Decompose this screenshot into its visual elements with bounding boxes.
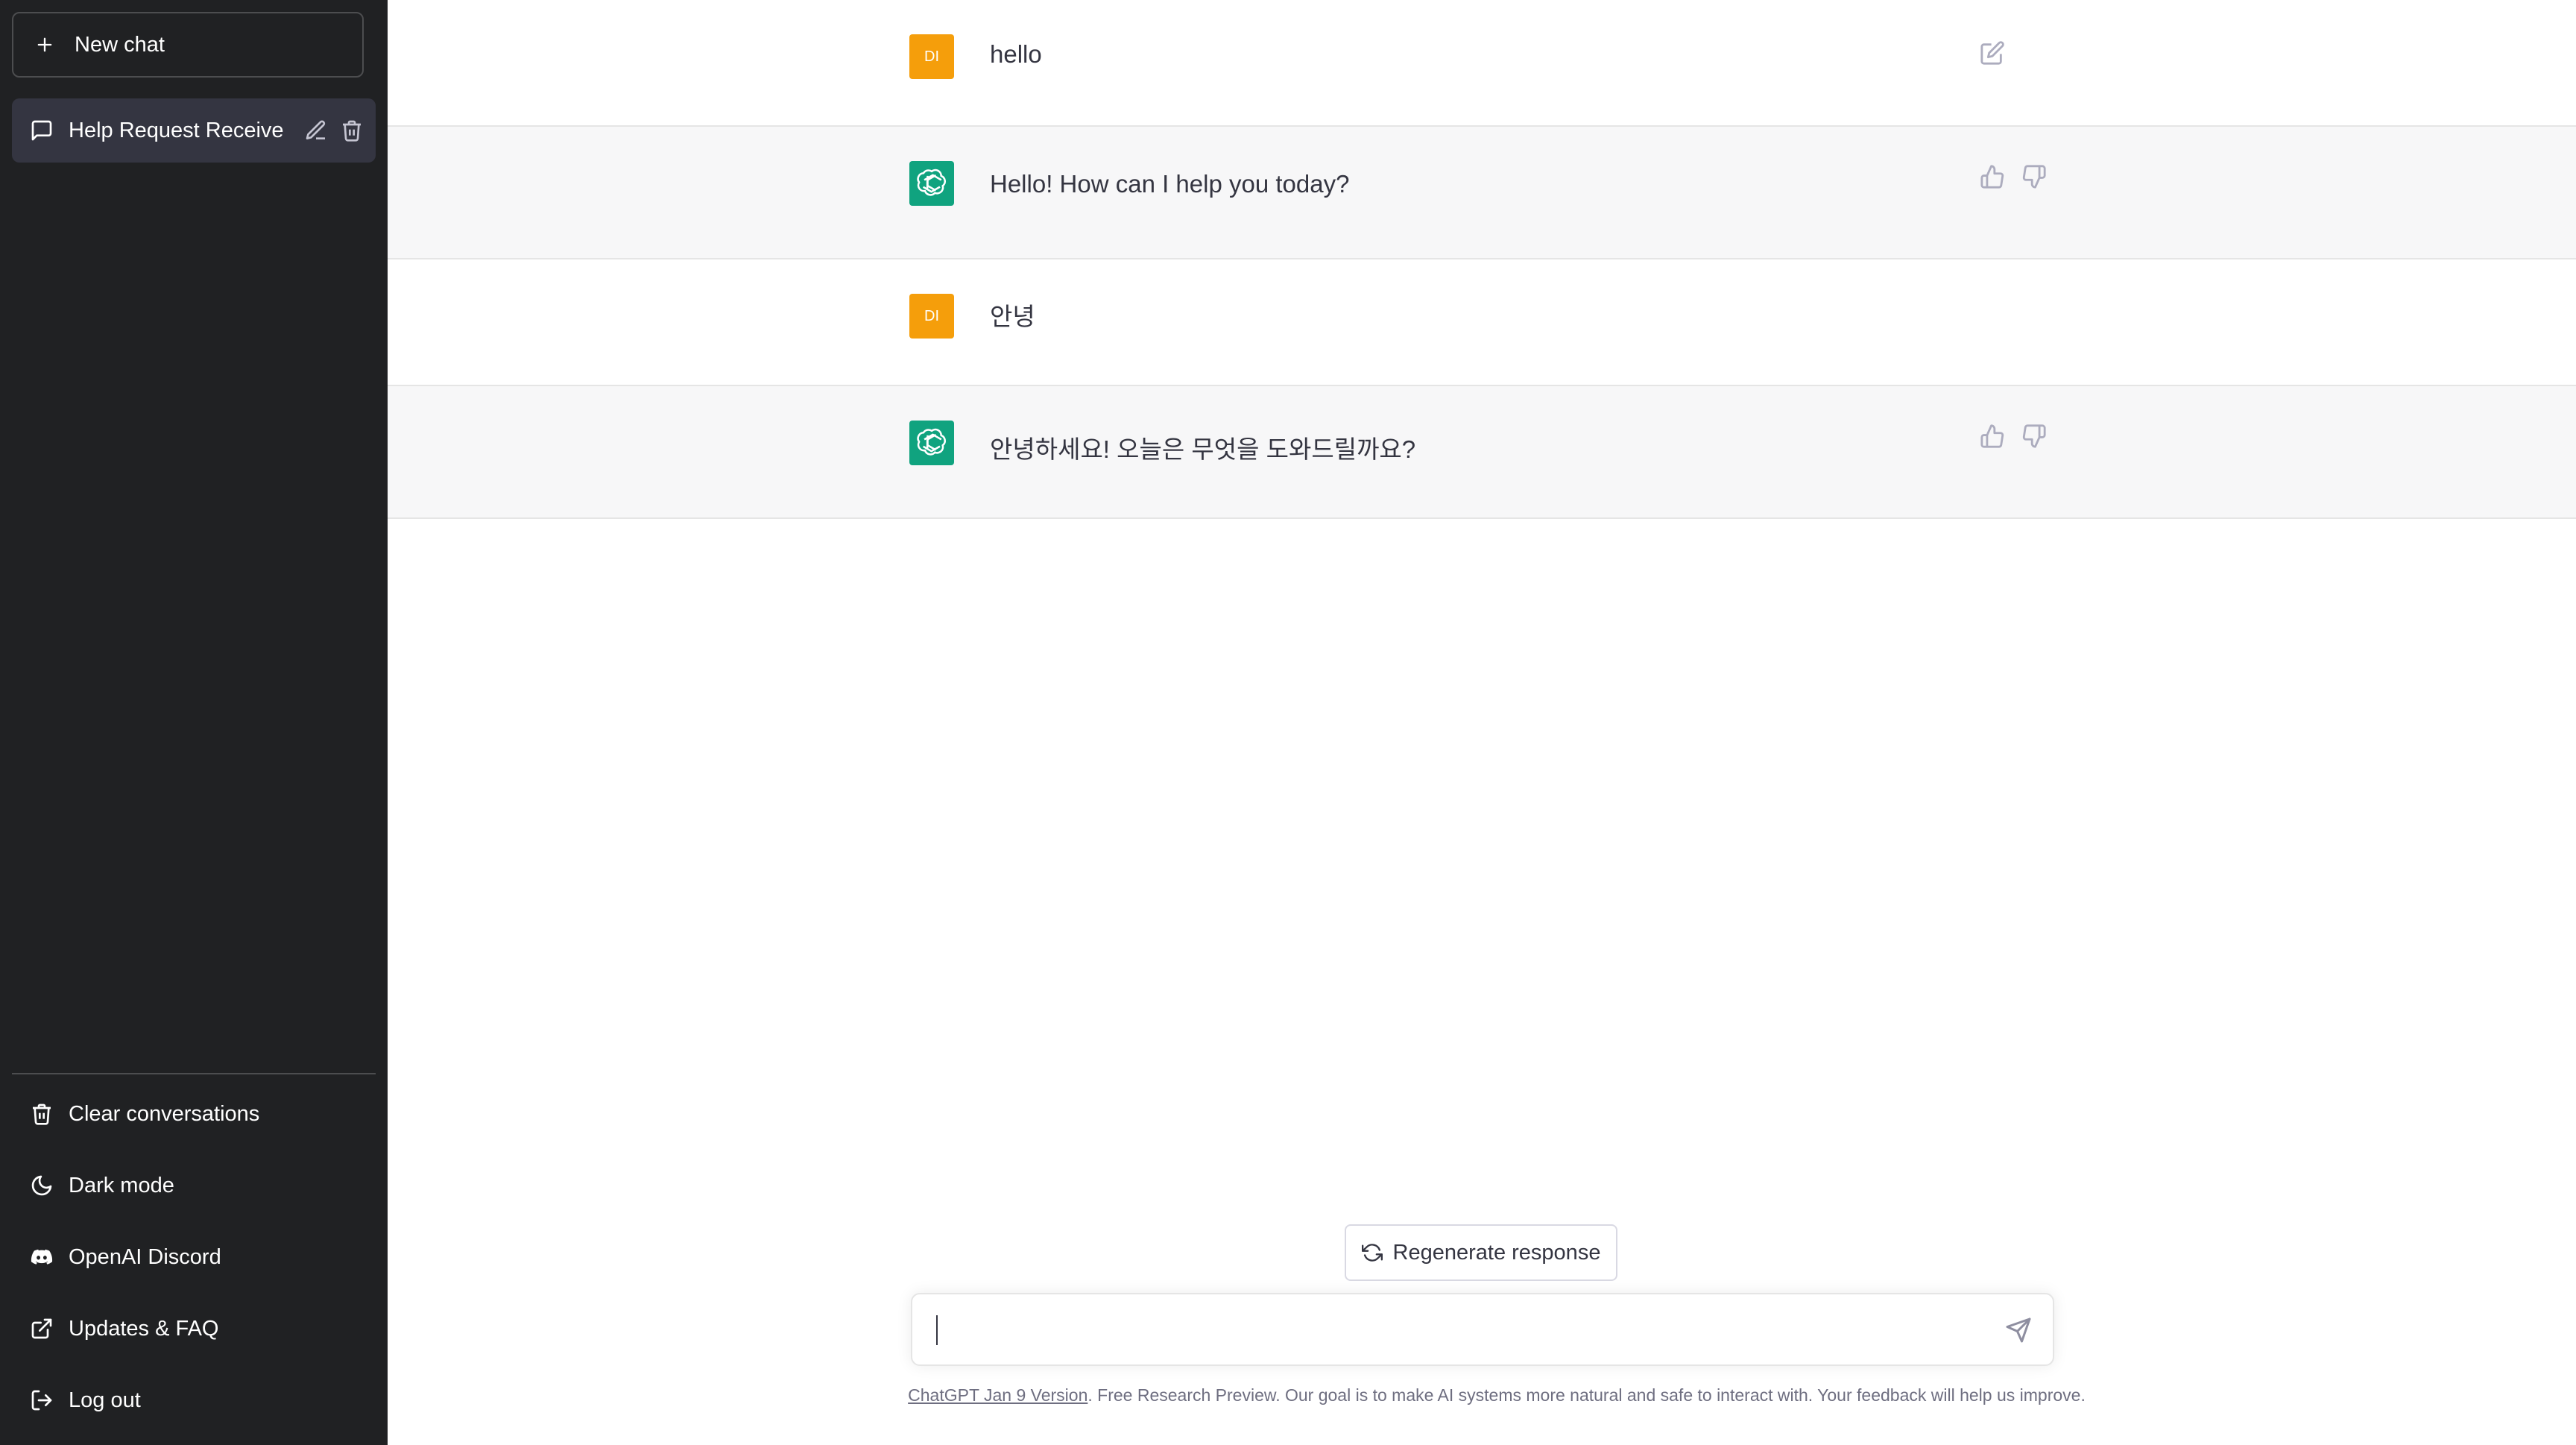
sidebar-menu: Clear conversations Dark mode OpenAI Dis…: [12, 1078, 376, 1436]
footer-disclaimer: ChatGPT Jan 9 Version. Free Research Pre…: [835, 1385, 2159, 1405]
thumbs-up-icon[interactable]: [1980, 164, 2005, 189]
message-text: 안녕: [990, 303, 1035, 330]
conversation-title: Help Request Receive: [69, 118, 284, 142]
logout-button[interactable]: Log out: [12, 1364, 376, 1436]
openai-logo-icon: [917, 169, 946, 196]
new-chat-label: New chat: [75, 32, 165, 57]
openai-logo-icon: [917, 428, 946, 456]
thumbs-down-icon[interactable]: [2021, 164, 2047, 189]
moon-icon: [31, 1175, 52, 1196]
message-text: hello: [990, 40, 1042, 68]
message-text: 안녕하세요! 오늘은 무엇을 도와드릴까요?: [990, 435, 1416, 463]
send-icon[interactable]: [2005, 1317, 2032, 1344]
regenerate-label: Regenerate response: [1392, 1240, 1601, 1265]
message-input[interactable]: [935, 1312, 1981, 1348]
new-chat-button[interactable]: New chat: [12, 12, 364, 78]
chat-main: DI hello Hello! How can I help you today…: [388, 0, 2576, 1445]
message-row-assistant: Hello! How can I help you today?: [388, 127, 2576, 259]
menu-label: OpenAI Discord: [69, 1244, 221, 1269]
footer-text: . Free Research Preview. Our goal is to …: [1087, 1385, 2086, 1405]
assistant-avatar: [909, 161, 954, 206]
edit-icon[interactable]: [304, 119, 328, 142]
user-avatar: DI: [909, 34, 954, 79]
updates-faq-link[interactable]: Updates & FAQ: [12, 1293, 376, 1364]
logout-icon: [31, 1390, 52, 1411]
message-row-user: DI 안녕: [388, 259, 2576, 386]
regenerate-response-button[interactable]: Regenerate response: [1345, 1224, 1617, 1281]
menu-label: Updates & FAQ: [69, 1316, 219, 1341]
discord-icon: [31, 1249, 53, 1265]
discord-link[interactable]: OpenAI Discord: [12, 1221, 376, 1293]
clear-conversations-button[interactable]: Clear conversations: [12, 1078, 376, 1150]
conversation-item[interactable]: Help Request Receive: [12, 98, 376, 163]
sidebar-divider: [12, 1073, 376, 1074]
version-link[interactable]: ChatGPT Jan 9 Version: [908, 1385, 1087, 1405]
thumbs-up-icon[interactable]: [1980, 424, 2005, 449]
menu-label: Clear conversations: [69, 1101, 260, 1126]
assistant-avatar: [909, 421, 954, 465]
trash-icon[interactable]: [340, 119, 364, 142]
dark-mode-button[interactable]: Dark mode: [12, 1150, 376, 1221]
sidebar: New chat Help Request Receive Clear conv…: [0, 0, 388, 1445]
message-row-user: DI hello: [388, 0, 2576, 127]
message-row-assistant: 안녕하세요! 오늘은 무엇을 도와드릴까요?: [388, 386, 2576, 519]
message-text: Hello! How can I help you today?: [990, 170, 1350, 198]
chat-bubble-icon: [31, 120, 52, 141]
external-link-icon: [31, 1318, 52, 1339]
thumbs-down-icon[interactable]: [2021, 424, 2047, 449]
plus-icon: [37, 37, 52, 52]
message-input-box[interactable]: [911, 1293, 2054, 1366]
refresh-icon: [1361, 1244, 1383, 1262]
trash-icon: [33, 1104, 51, 1125]
menu-label: Dark mode: [69, 1173, 174, 1197]
menu-label: Log out: [69, 1388, 141, 1412]
user-avatar: DI: [909, 294, 954, 339]
edit-message-icon[interactable]: [1980, 40, 2005, 66]
